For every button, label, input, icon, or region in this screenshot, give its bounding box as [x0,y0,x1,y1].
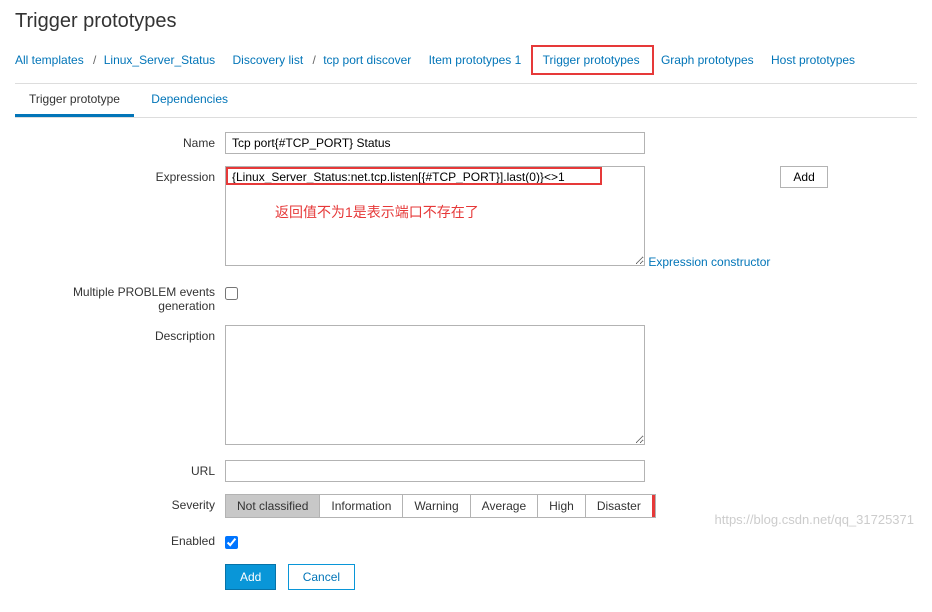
cancel-button[interactable]: Cancel [288,564,355,590]
breadcrumb-graph-prototypes[interactable]: Graph prototypes [661,53,754,67]
spacer [15,564,225,568]
severity-average[interactable]: Average [471,495,538,517]
breadcrumb-item-prototypes[interactable]: Item prototypes 1 [429,53,522,67]
multiple-problem-checkbox[interactable] [225,287,238,300]
severity-information[interactable]: Information [320,495,403,517]
url-input[interactable] [225,460,645,482]
name-input[interactable] [225,132,645,154]
expression-add-button[interactable]: Add [780,166,827,188]
enabled-label: Enabled [15,530,225,548]
watermark: https://blog.csdn.net/qq_31725371 [715,512,915,527]
severity-label: Severity [15,494,225,512]
breadcrumb: All templates / Linux_Server_Status Disc… [15,45,917,75]
description-label: Description [15,325,225,343]
add-button[interactable]: Add [225,564,276,590]
breadcrumb-trigger-prototypes-highlight: Trigger prototypes [531,45,654,75]
severity-warning[interactable]: Warning [403,495,470,517]
breadcrumb-template[interactable]: Linux_Server_Status [104,53,215,67]
breadcrumb-sep: / [93,53,96,67]
breadcrumb-trigger-prototypes[interactable]: Trigger prototypes [543,53,640,67]
expression-note: 返回值不为1是表示端口不存在了 [275,202,479,222]
tabs: Trigger prototype Dependencies [15,84,917,118]
breadcrumb-all-templates[interactable]: All templates [15,53,84,67]
breadcrumb-sep: / [313,53,316,67]
page-title: Trigger prototypes [15,10,917,33]
severity-not-classified[interactable]: Not classified [226,495,320,517]
description-textarea[interactable] [225,325,645,445]
expression-label: Expression [15,166,225,184]
severity-disaster[interactable]: Disaster [586,495,655,517]
severity-selector: Not classified Information Warning Avera… [225,494,656,518]
severity-high[interactable]: High [538,495,586,517]
url-label: URL [15,460,225,478]
multiple-problem-label: Multiple PROBLEM events generation [15,281,225,313]
tab-trigger-prototype[interactable]: Trigger prototype [15,84,134,117]
tab-dependencies[interactable]: Dependencies [137,84,242,114]
expression-constructor-link[interactable]: Expression constructor [648,255,770,269]
breadcrumb-discovery-rule[interactable]: tcp port discover [323,53,411,67]
enabled-checkbox[interactable] [225,536,238,549]
breadcrumb-host-prototypes[interactable]: Host prototypes [771,53,855,67]
name-label: Name [15,132,225,150]
breadcrumb-discovery-list[interactable]: Discovery list [232,53,303,67]
